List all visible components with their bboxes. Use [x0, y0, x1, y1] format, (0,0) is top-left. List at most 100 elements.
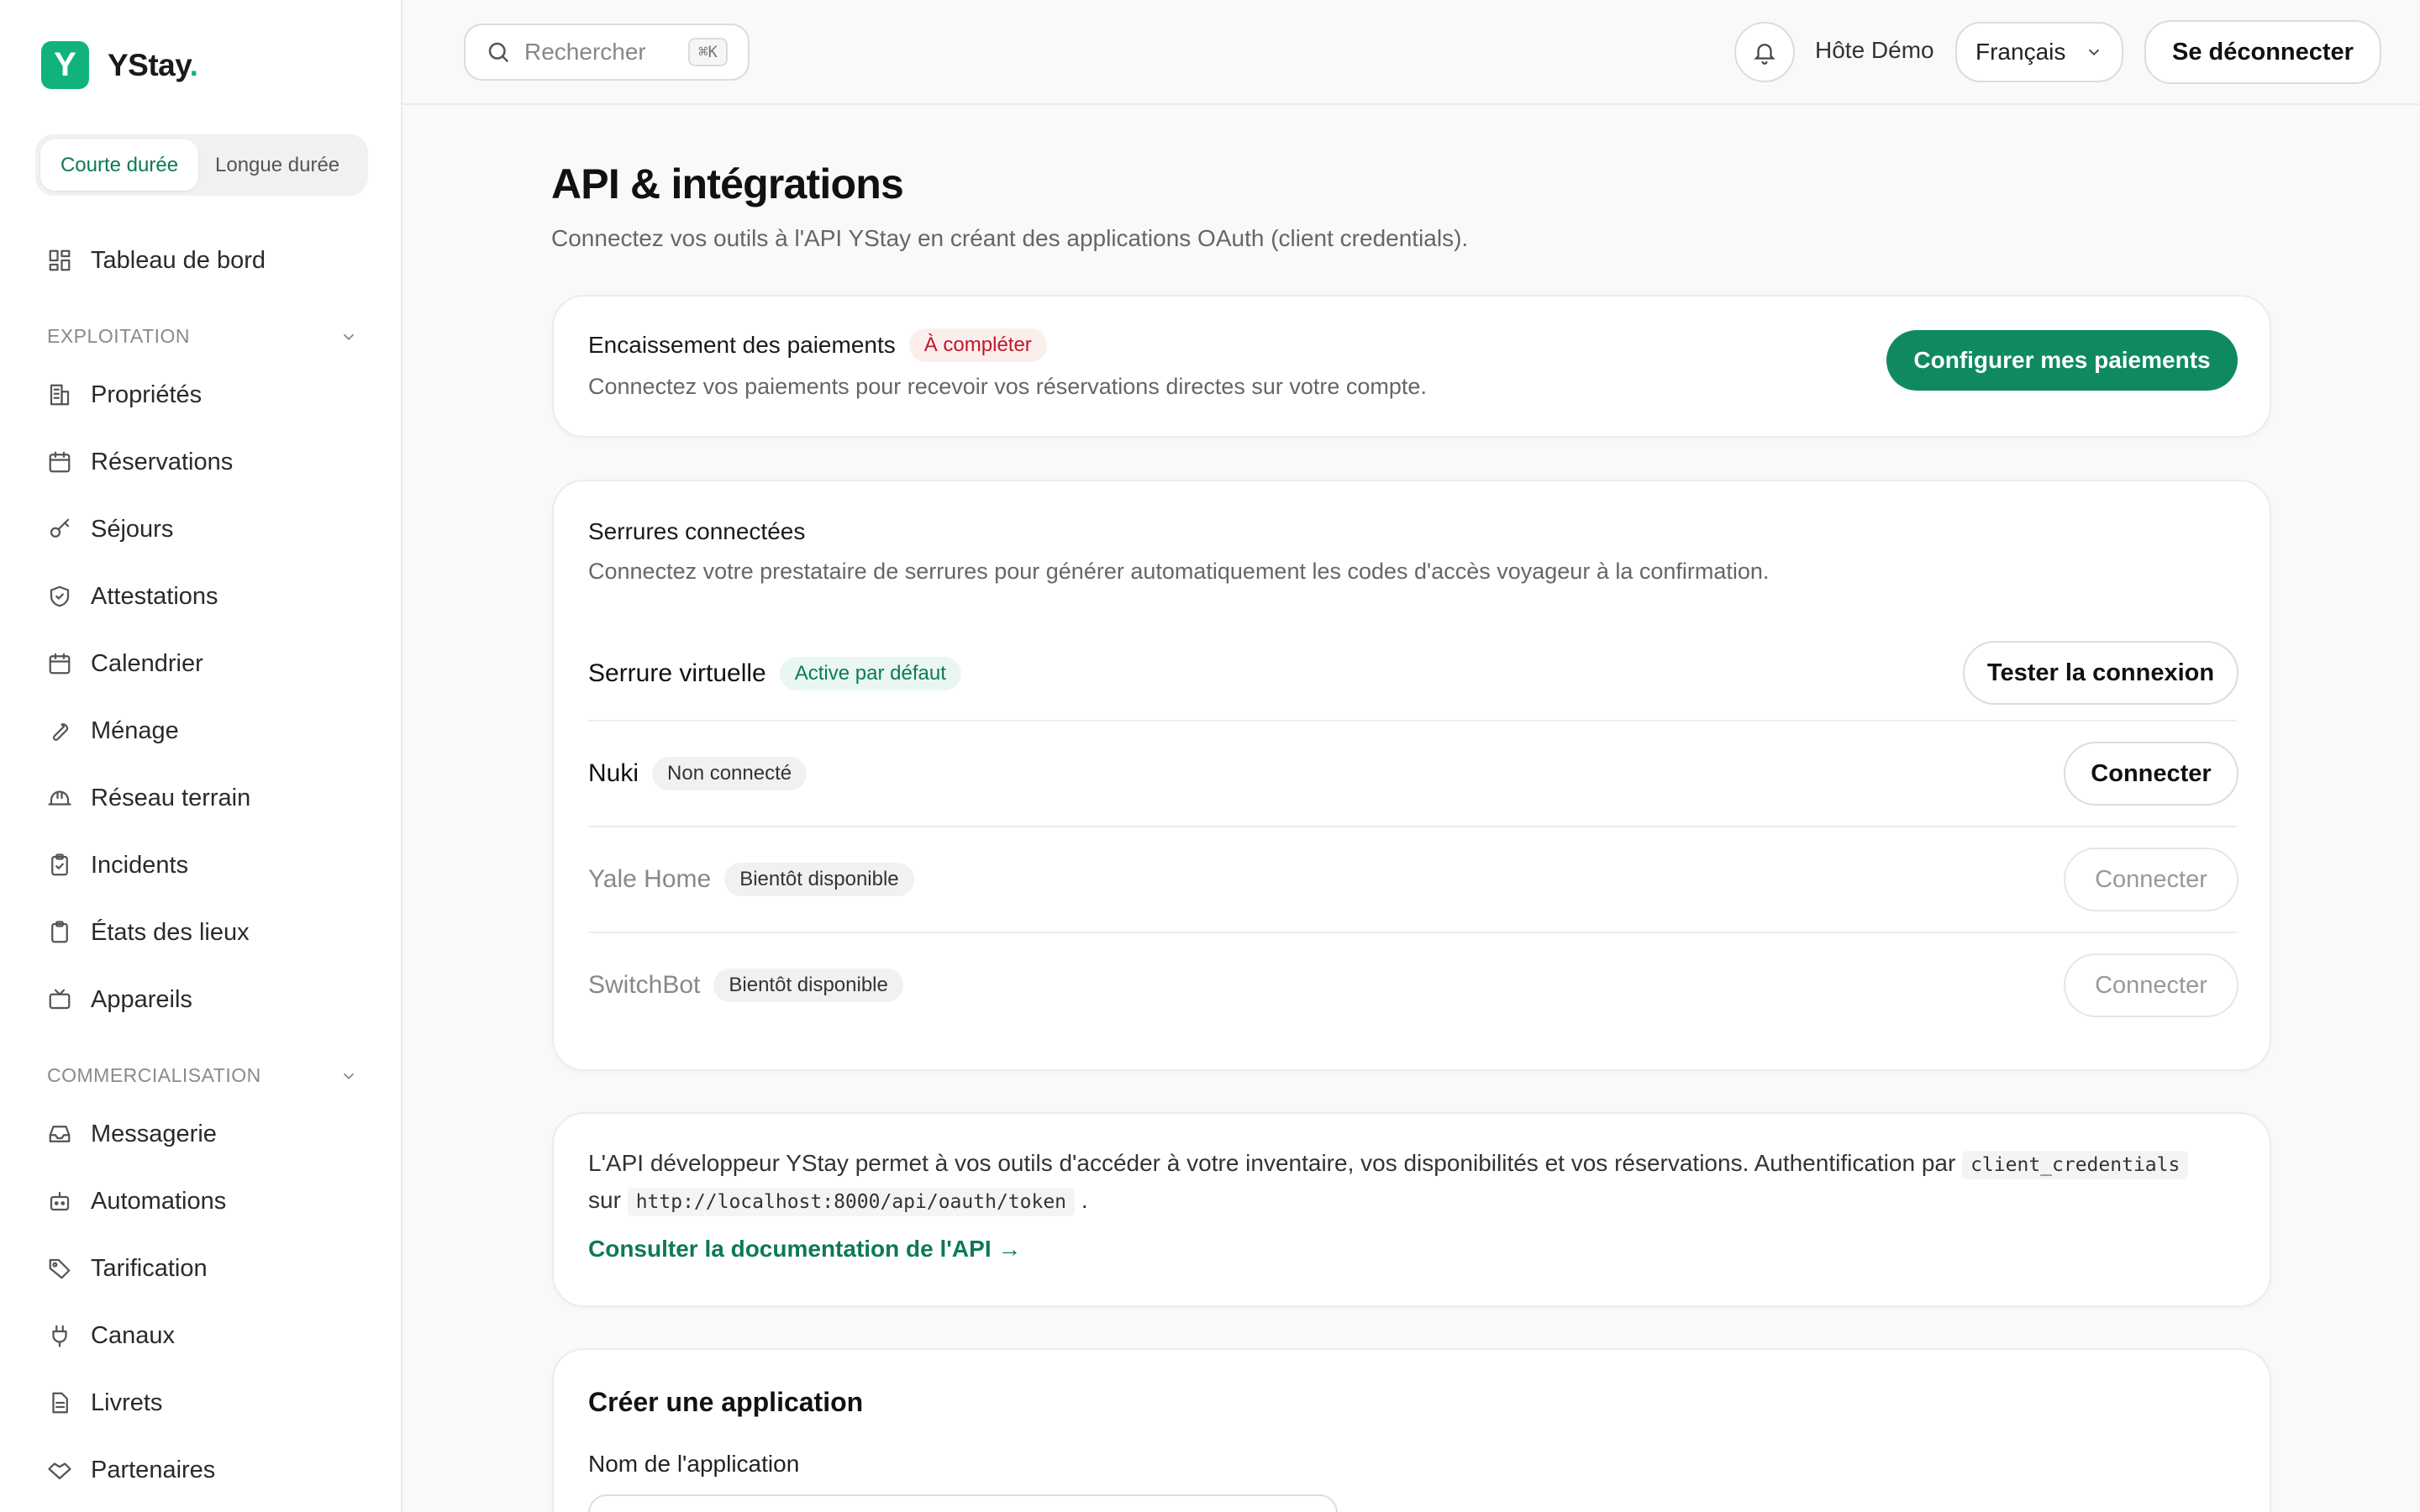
logout-button[interactable]: Se déconnecter [2144, 20, 2381, 84]
sidebar-item-inspections[interactable]: États des lieux [47, 911, 250, 953]
sidebar-item-label: Tableau de bord [91, 246, 266, 274]
sidebar-item-cleaning[interactable]: Ménage [47, 710, 179, 752]
calendar-icon [49, 451, 71, 473]
tab-long-term[interactable]: Longue durée [198, 139, 356, 191]
code-token-endpoint: http://localhost:8000/api/oauth/token [627, 1188, 1076, 1216]
section-commercialisation[interactable]: COMMERCIALISATION [47, 1064, 358, 1087]
status-badge: À compléter [908, 328, 1047, 362]
sidebar: Y YStay. Courte durée Longue durée Table… [0, 0, 402, 1512]
lock-row-virtual: Serrure virtuelle Active par défaut Test… [588, 621, 2238, 727]
document-icon [52, 1392, 68, 1414]
payments-title: Encaissement des paiements [588, 332, 896, 358]
sidebar-item-properties[interactable]: Propriétés [47, 374, 202, 416]
sidebar-item-stays[interactable]: Séjours [47, 508, 173, 550]
sidebar-item-label: Réseau terrain [91, 784, 251, 811]
sidebar-item-incidents[interactable]: Incidents [47, 844, 188, 886]
sidebar-item-label: Canaux [91, 1321, 175, 1349]
chevron-down-icon [343, 1073, 355, 1079]
sidebar-item-pricing[interactable]: Tarification [47, 1247, 208, 1289]
search-icon [488, 42, 509, 63]
configure-payments-button[interactable]: Configurer mes paiements [1886, 330, 2238, 391]
language-value: Français [1975, 39, 2066, 65]
sidebar-item-channels[interactable]: Canaux [47, 1315, 175, 1357]
clipboard-icon [51, 921, 68, 943]
status-badge: Bientôt disponible [713, 969, 903, 1002]
sidebar-item-automations[interactable]: Automations [47, 1180, 226, 1222]
lock-name: Yale Home [588, 865, 712, 893]
notifications-button[interactable] [1734, 22, 1795, 82]
host-name: Hôte Démo [1815, 37, 1934, 63]
sidebar-item-field-network[interactable]: Réseau terrain [47, 777, 250, 819]
search-input[interactable]: Rechercher ⌘K [464, 24, 750, 81]
brand-logo: Y [41, 41, 89, 89]
create-app-title: Créer une application [588, 1387, 864, 1417]
sidebar-item-label: États des lieux [91, 918, 250, 946]
clipboard-check-icon [51, 853, 68, 876]
lock-name: Serrure virtuelle [588, 659, 766, 687]
create-app-card: Créer une application Nom de l'applicati… [552, 1348, 2271, 1512]
sidebar-item-dashboard[interactable]: Tableau de bord [47, 239, 266, 281]
sidebar-item-label: Attestations [91, 582, 218, 610]
connect-switchbot-button[interactable]: Connecter [2064, 953, 2238, 1017]
locks-title: Serrures connectées [588, 518, 806, 544]
brand[interactable]: Y YStay. [41, 41, 198, 89]
calendar-icon [49, 653, 71, 675]
sidebar-item-label: Appareils [91, 985, 192, 1013]
sidebar-item-label: Séjours [91, 515, 174, 543]
section-title: COMMERCIALISATION [47, 1064, 261, 1086]
sidebar-item-certificates[interactable]: Attestations [47, 575, 218, 617]
tab-short-term[interactable]: Courte durée [40, 139, 198, 191]
sidebar-item-label: Tarification [91, 1254, 208, 1282]
payments-description: Connectez vos paiements pour recevoir vo… [588, 374, 1427, 399]
sidebar-item-messaging[interactable]: Messagerie [47, 1113, 217, 1155]
wrench-icon [52, 723, 69, 741]
language-select[interactable]: Français [1955, 22, 2123, 82]
api-info-card: L'API développeur YStay permet à vos out… [552, 1112, 2271, 1307]
tv-icon [49, 989, 71, 1010]
tag-icon [49, 1258, 71, 1279]
building-icon [50, 384, 70, 406]
connect-nuki-button[interactable]: Connecter [2064, 742, 2238, 806]
sidebar-item-label: Réservations [91, 448, 234, 475]
page-title: API & intégrations [551, 160, 904, 207]
bell-icon [1754, 44, 1776, 65]
sidebar-item-label: Livrets [91, 1389, 163, 1416]
sidebar-item-label: Partenaires [91, 1456, 216, 1483]
sidebar-item-guidebooks[interactable]: Livrets [47, 1382, 162, 1424]
search-shortcut: ⌘K [688, 38, 728, 66]
sidebar-item-label: Propriétés [91, 381, 203, 408]
sidebar-item-devices[interactable]: Appareils [47, 979, 192, 1021]
search-placeholder: Rechercher [524, 39, 646, 65]
sidebar-item-reservations[interactable]: Réservations [47, 441, 233, 483]
test-connection-button[interactable]: Tester la connexion [1963, 641, 2238, 705]
plug-icon [52, 1325, 67, 1347]
lock-row-nuki: Nuki Non connecté Connecter [588, 720, 2238, 826]
page-subtitle: Connectez vos outils à l'API YStay en cr… [551, 225, 1469, 251]
topbar: Rechercher ⌘K Hôte Démo Français Se déco… [402, 0, 2420, 105]
inbox-icon [49, 1126, 71, 1142]
helmet-icon [48, 790, 71, 806]
sidebar-item-label: Messagerie [91, 1120, 217, 1147]
lock-name: SwitchBot [588, 971, 701, 999]
app-name-label: Nom de l'application [588, 1451, 800, 1477]
brand-name: YStay. [108, 47, 198, 82]
section-title: EXPLOITATION [47, 325, 191, 347]
payments-card: Encaissement des paiements À compléter C… [552, 295, 2271, 438]
sidebar-item-calendar[interactable]: Calendrier [47, 643, 203, 685]
sidebar-item-label: Calendrier [91, 649, 203, 677]
handshake-icon [48, 1462, 71, 1480]
connect-yale-button[interactable]: Connecter [2064, 848, 2238, 911]
api-docs-link[interactable]: Consulter la documentation de l'API → [588, 1236, 1021, 1263]
lock-row-switchbot: SwitchBot Bientôt disponible Connecter [588, 932, 2238, 1037]
chevron-down-icon [2088, 49, 2100, 56]
key-icon [50, 518, 70, 538]
connected-locks-card: Serrures connectées Connectez votre pres… [552, 480, 2271, 1071]
sidebar-item-partners[interactable]: Partenaires [47, 1449, 215, 1491]
lock-row-yale: Yale Home Bientôt disponible Connecter [588, 826, 2238, 932]
rental-mode-switch: Courte durée Longue durée [35, 134, 368, 196]
chevron-down-icon [343, 333, 355, 340]
lock-name: Nuki [588, 759, 639, 787]
sidebar-item-label: Automations [91, 1187, 227, 1215]
app-name-input[interactable] [588, 1494, 1338, 1512]
section-exploitation[interactable]: EXPLOITATION [47, 325, 358, 348]
